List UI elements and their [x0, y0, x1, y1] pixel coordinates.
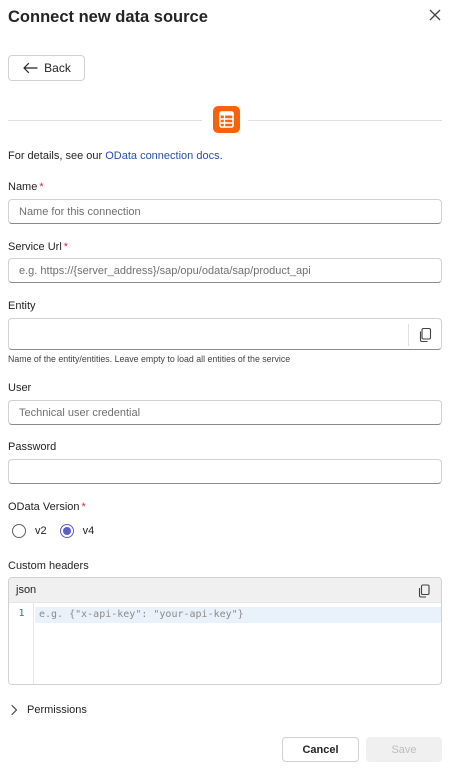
arrow-left-icon [23, 62, 38, 74]
details-prefix: For details, see our [8, 150, 106, 162]
divider-left [8, 120, 202, 121]
back-button[interactable]: Back [8, 55, 85, 81]
table-icon [219, 111, 234, 128]
editor-copy-button[interactable] [418, 584, 430, 598]
back-button-label: Back [44, 61, 71, 75]
radio-v2[interactable]: v2 [12, 524, 47, 538]
cancel-button[interactable]: Cancel [282, 737, 359, 762]
entity-input[interactable] [8, 318, 442, 350]
odata-version-radio-group: v2 v4 [12, 524, 107, 538]
save-button[interactable]: Save [366, 737, 442, 762]
editor-placeholder: e.g. {"x-api-key": "your-api-key"} [39, 609, 244, 620]
radio-v4[interactable]: v4 [59, 524, 95, 538]
close-icon [429, 9, 441, 21]
custom-headers-label: Custom headers [8, 560, 89, 572]
entity-copy-button[interactable] [418, 327, 432, 343]
user-input[interactable]: Technical user credential [8, 400, 442, 425]
service-url-placeholder: e.g. https://{server_address}/sap/opu/od… [19, 264, 311, 277]
dialog-title: Connect new data source [8, 8, 208, 26]
radio-v2-label: v2 [35, 525, 47, 537]
editor-gutter: 1 [9, 603, 34, 684]
user-label: User [8, 382, 32, 394]
permissions-toggle[interactable]: Permissions [10, 704, 87, 716]
service-url-label: Service Url * [8, 241, 68, 253]
password-label: Password [8, 441, 57, 453]
service-url-label-text: Service Url [8, 241, 62, 253]
required-marker: * [81, 501, 86, 513]
divider-right [248, 120, 442, 121]
name-placeholder: Name for this connection [19, 205, 141, 218]
custom-headers-editor[interactable]: json 1 e.g. {"x-api-key": "your-api-key"… [8, 577, 442, 685]
name-label: Name * [8, 181, 44, 193]
radio-circle [12, 524, 26, 538]
radio-circle-checked [59, 524, 74, 538]
required-marker: * [63, 241, 69, 253]
password-input[interactable] [8, 459, 442, 484]
data-source-logo [213, 106, 240, 133]
editor-header: json [9, 578, 441, 603]
entity-label: Entity [8, 300, 36, 312]
entity-input-separator [408, 324, 409, 346]
line-number: 1 [18, 608, 25, 619]
odata-version-label-text: OData Version [8, 501, 80, 513]
details-text: For details, see our OData connection do… [8, 150, 223, 162]
permissions-label: Permissions [27, 704, 87, 716]
service-url-input[interactable]: e.g. https://{server_address}/sap/opu/od… [8, 258, 442, 283]
source-divider [8, 106, 442, 134]
editor-language: json [16, 584, 37, 596]
copy-icon [418, 584, 430, 598]
radio-v4-label: v4 [82, 525, 95, 537]
close-button[interactable] [428, 8, 442, 22]
dialog-header: Connect new data source [8, 7, 444, 29]
entity-hint: Name of the entity/entities. Leave empty… [8, 354, 291, 364]
required-marker: * [39, 181, 44, 193]
details-suffix: . [219, 150, 223, 162]
odata-docs-link[interactable]: OData connection docs [105, 150, 219, 162]
chevron-right-icon [11, 704, 18, 716]
copy-icon [419, 327, 432, 343]
name-label-text: Name [8, 181, 38, 193]
user-placeholder: Technical user credential [19, 406, 141, 419]
odata-version-label: OData Version * [8, 501, 86, 513]
name-input[interactable]: Name for this connection [8, 199, 442, 224]
